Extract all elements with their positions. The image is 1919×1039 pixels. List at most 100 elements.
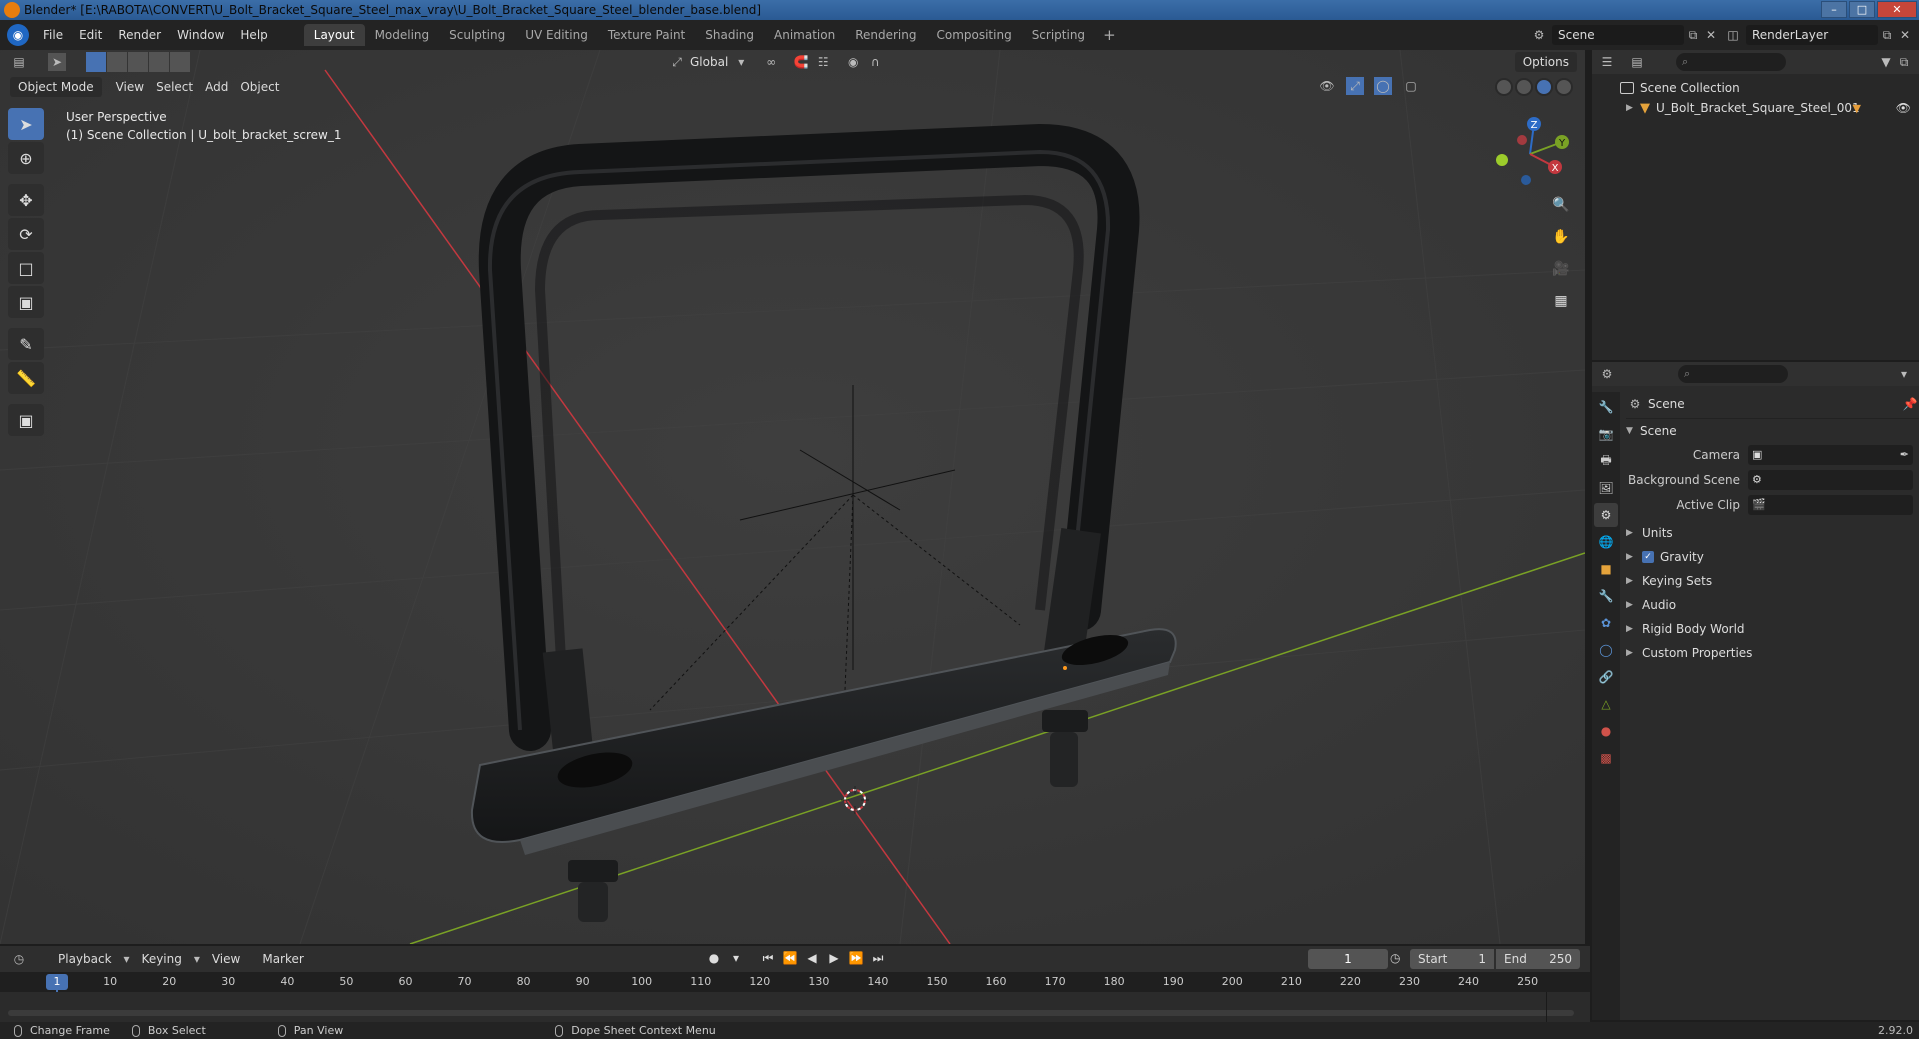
tab-rendering[interactable]: Rendering <box>845 24 926 46</box>
gravity-checkbox[interactable]: ✓ <box>1642 551 1654 563</box>
tab-texture-paint[interactable]: Texture Paint <box>598 24 695 46</box>
texture-tab-icon[interactable]: ▩ <box>1594 746 1618 770</box>
menu-object[interactable]: Object <box>234 77 285 97</box>
gravity-panel-header[interactable]: ▶ ✓ Gravity <box>1626 545 1919 569</box>
view-layer-tab-icon[interactable]: 🖼 <box>1594 476 1618 500</box>
blender-menu-icon[interactable]: ◉ <box>7 24 29 46</box>
gizmo-neg-y-icon[interactable] <box>1517 135 1527 145</box>
properties-options-icon[interactable]: ▾ <box>1895 365 1913 383</box>
material-tab-icon[interactable]: ● <box>1594 719 1618 743</box>
tab-compositing[interactable]: Compositing <box>926 24 1021 46</box>
menu-window[interactable]: Window <box>169 24 232 46</box>
tab-scripting[interactable]: Scripting <box>1022 24 1095 46</box>
audio-panel-header[interactable]: ▶ Audio <box>1626 593 1919 617</box>
remove-scene-icon[interactable]: ✕ <box>1702 26 1720 44</box>
object-tab-icon[interactable]: ■ <box>1594 557 1618 581</box>
pin-icon[interactable]: 📌 <box>1901 395 1919 413</box>
snap-target-icon[interactable]: ☷ <box>814 53 832 71</box>
falloff-icon[interactable]: ∩ <box>866 53 884 71</box>
scene-name-field[interactable]: Scene <box>1552 25 1684 45</box>
outliner-row-object[interactable]: ▶ ▼ U_Bolt_Bracket_Square_Steel_001 ▼ 👁 <box>1592 98 1919 118</box>
scene-tab-icon[interactable]: ⚙ <box>1594 503 1618 527</box>
add-cube-tool[interactable]: ▣ <box>8 404 44 436</box>
pivot-icon[interactable]: ∞ <box>762 53 780 71</box>
units-panel-header[interactable]: ▶ Units <box>1626 521 1919 545</box>
wireframe-shading-button[interactable] <box>1495 78 1513 96</box>
timeline-editor[interactable]: ◷ Playback ▾ Keying ▾ View Marker ● ▾ ⏮ … <box>0 946 1590 1022</box>
modifier-filter-icon[interactable]: ▼ <box>1853 102 1861 115</box>
camera-view-icon[interactable]: 🎥 <box>1548 256 1574 282</box>
jump-start-icon[interactable]: ⏮ <box>759 949 777 967</box>
transform-orientation-dropdown[interactable]: ⤢ Global ▾ ∞ 🧲 ☷ ◉ ∩ <box>668 52 884 72</box>
select-extend-button[interactable] <box>107 52 127 72</box>
play-icon[interactable]: ▶ <box>825 949 843 967</box>
scene-selector[interactable]: ⚙ Scene ⧉ ✕ <box>1530 24 1720 46</box>
minimize-button[interactable]: – <box>1821 1 1847 18</box>
data-tab-icon[interactable]: △ <box>1594 692 1618 716</box>
add-workspace-icon[interactable]: + <box>1095 26 1124 44</box>
transform-tool[interactable]: ▣ <box>8 286 44 318</box>
menu-view[interactable]: View <box>110 77 150 97</box>
outliner-search-input[interactable]: ⌕ <box>1676 53 1786 71</box>
timeline-ruler[interactable]: 1 10 20 30 40 50 60 70 80 90 100 110 120 130 140 150 160… <box>0 972 1590 1018</box>
rendered-shading-button[interactable] <box>1555 78 1573 96</box>
proportional-edit-icon[interactable]: ◉ <box>844 53 862 71</box>
menu-playback[interactable]: Playback <box>52 949 118 969</box>
tab-animation[interactable]: Animation <box>764 24 845 46</box>
tab-layout[interactable]: Layout <box>303 24 365 46</box>
outliner-filter-icon[interactable]: ▼ <box>1877 53 1895 71</box>
xray-toggle-icon[interactable]: ▢ <box>1402 77 1420 95</box>
navigation-gizmo[interactable]: Z Y X <box>1490 112 1570 192</box>
renderlayer-selector[interactable]: ◫ RenderLayer ⧉ ✕ <box>1724 24 1914 46</box>
select-box-tool[interactable]: ➤ <box>8 108 44 140</box>
outliner-row-scene-collection[interactable]: Scene Collection <box>1592 78 1919 98</box>
output-tab-icon[interactable]: 🖶 <box>1594 449 1618 473</box>
outliner-editor-type-icon[interactable]: ☰ <box>1598 53 1616 71</box>
timeline-scrollbar[interactable] <box>8 1010 1574 1016</box>
measure-tool[interactable]: 📏 <box>8 362 44 394</box>
timeline-track[interactable] <box>0 992 1590 1022</box>
background-scene-field[interactable]: ⚙ <box>1748 469 1913 490</box>
rotate-tool[interactable]: ⟳ <box>8 218 44 250</box>
modifier-tab-icon[interactable]: 🔧 <box>1594 584 1618 608</box>
jump-end-icon[interactable]: ⏭ <box>869 949 887 967</box>
menu-marker[interactable]: Marker <box>256 949 309 969</box>
current-frame-field[interactable]: 1 <box>1308 949 1388 969</box>
remove-renderlayer-icon[interactable]: ✕ <box>1896 26 1914 44</box>
select-invert-button[interactable] <box>149 52 169 72</box>
new-scene-icon[interactable]: ⧉ <box>1684 26 1702 44</box>
select-mode-icon[interactable]: ➤ <box>48 53 66 71</box>
pan-hand-icon[interactable]: ✋ <box>1548 224 1574 250</box>
menu-render[interactable]: Render <box>110 24 169 46</box>
eye-icon[interactable]: 👁 <box>1896 101 1911 115</box>
next-keyframe-icon[interactable]: ⏩ <box>847 949 865 967</box>
rigid-body-world-panel-header[interactable]: ▶ Rigid Body World <box>1626 617 1919 641</box>
3d-viewport[interactable]: ▤ ➤ ⤢ Global ▾ ∞ 🧲 ☷ ◉ ∩ Options Object … <box>0 50 1585 944</box>
visibility-icon[interactable]: 👁 <box>1318 77 1336 95</box>
menu-file[interactable]: File <box>35 24 71 46</box>
close-button[interactable]: ✕ <box>1877 1 1917 18</box>
expand-arrow-icon[interactable]: ▶ <box>1626 103 1640 113</box>
editor-type-icon[interactable]: ▤ <box>10 53 28 71</box>
clock-icon[interactable]: ◷ <box>1390 951 1400 965</box>
keying-sets-panel-header[interactable]: ▶ Keying Sets <box>1626 569 1919 593</box>
prev-keyframe-icon[interactable]: ⏪ <box>781 949 799 967</box>
tab-shading[interactable]: Shading <box>695 24 764 46</box>
object-mode-dropdown[interactable]: Object Mode <box>10 77 102 97</box>
annotate-tool[interactable]: ✎ <box>8 328 44 360</box>
record-icon[interactable]: ● <box>705 949 723 967</box>
snap-icon[interactable]: 🧲 <box>792 53 810 71</box>
select-subtract-button[interactable] <box>128 52 148 72</box>
move-tool[interactable]: ✥ <box>8 184 44 216</box>
maximize-button[interactable]: □ <box>1849 1 1875 18</box>
constraints-tab-icon[interactable]: 🔗 <box>1594 665 1618 689</box>
new-collection-icon[interactable]: ⧉ <box>1895 53 1913 71</box>
tool-tab-icon[interactable]: 🔧 <box>1594 395 1618 419</box>
particles-tab-icon[interactable]: ✿ <box>1594 611 1618 635</box>
tab-modeling[interactable]: Modeling <box>365 24 440 46</box>
world-tab-icon[interactable]: 🌐 <box>1594 530 1618 554</box>
menu-add[interactable]: Add <box>199 77 234 97</box>
properties-search-input[interactable]: ⌕ <box>1678 365 1788 383</box>
menu-select[interactable]: Select <box>150 77 199 97</box>
gizmo-toggle-icon[interactable]: ⤢ <box>1346 77 1364 95</box>
